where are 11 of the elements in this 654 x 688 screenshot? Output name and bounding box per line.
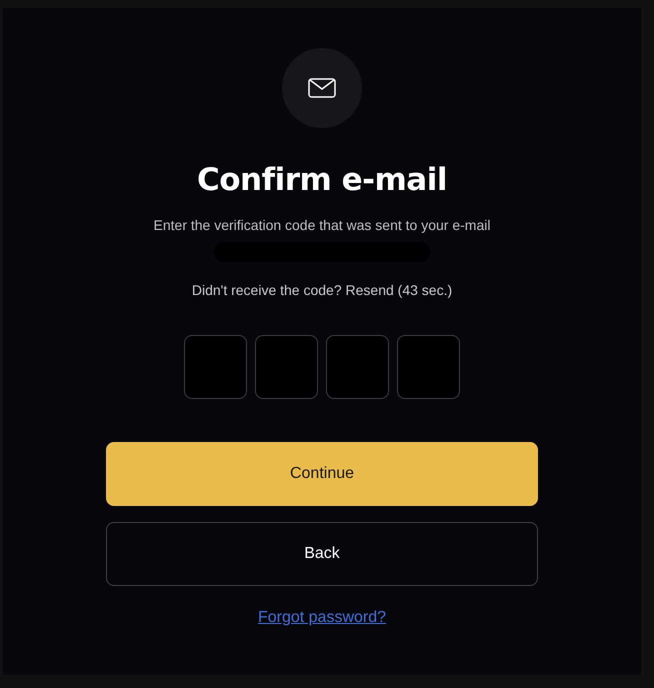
- envelope-icon: [308, 78, 336, 98]
- resend-text: Didn't receive the code? Resend (43 sec.): [192, 281, 452, 300]
- page-title: Confirm e-mail: [197, 162, 447, 200]
- code-digit-field[interactable]: [326, 335, 389, 400]
- instruction-text: Enter the verification code that was sent to your e-mail: [154, 216, 490, 236]
- code-digit-field[interactable]: [397, 335, 460, 400]
- forgot-password-link[interactable]: Forgot password?: [258, 606, 386, 630]
- code-digit-field[interactable]: [255, 335, 318, 400]
- continue-button[interactable]: Continue: [106, 442, 538, 506]
- code-digit-field[interactable]: [184, 335, 247, 400]
- back-button[interactable]: Back: [106, 522, 538, 586]
